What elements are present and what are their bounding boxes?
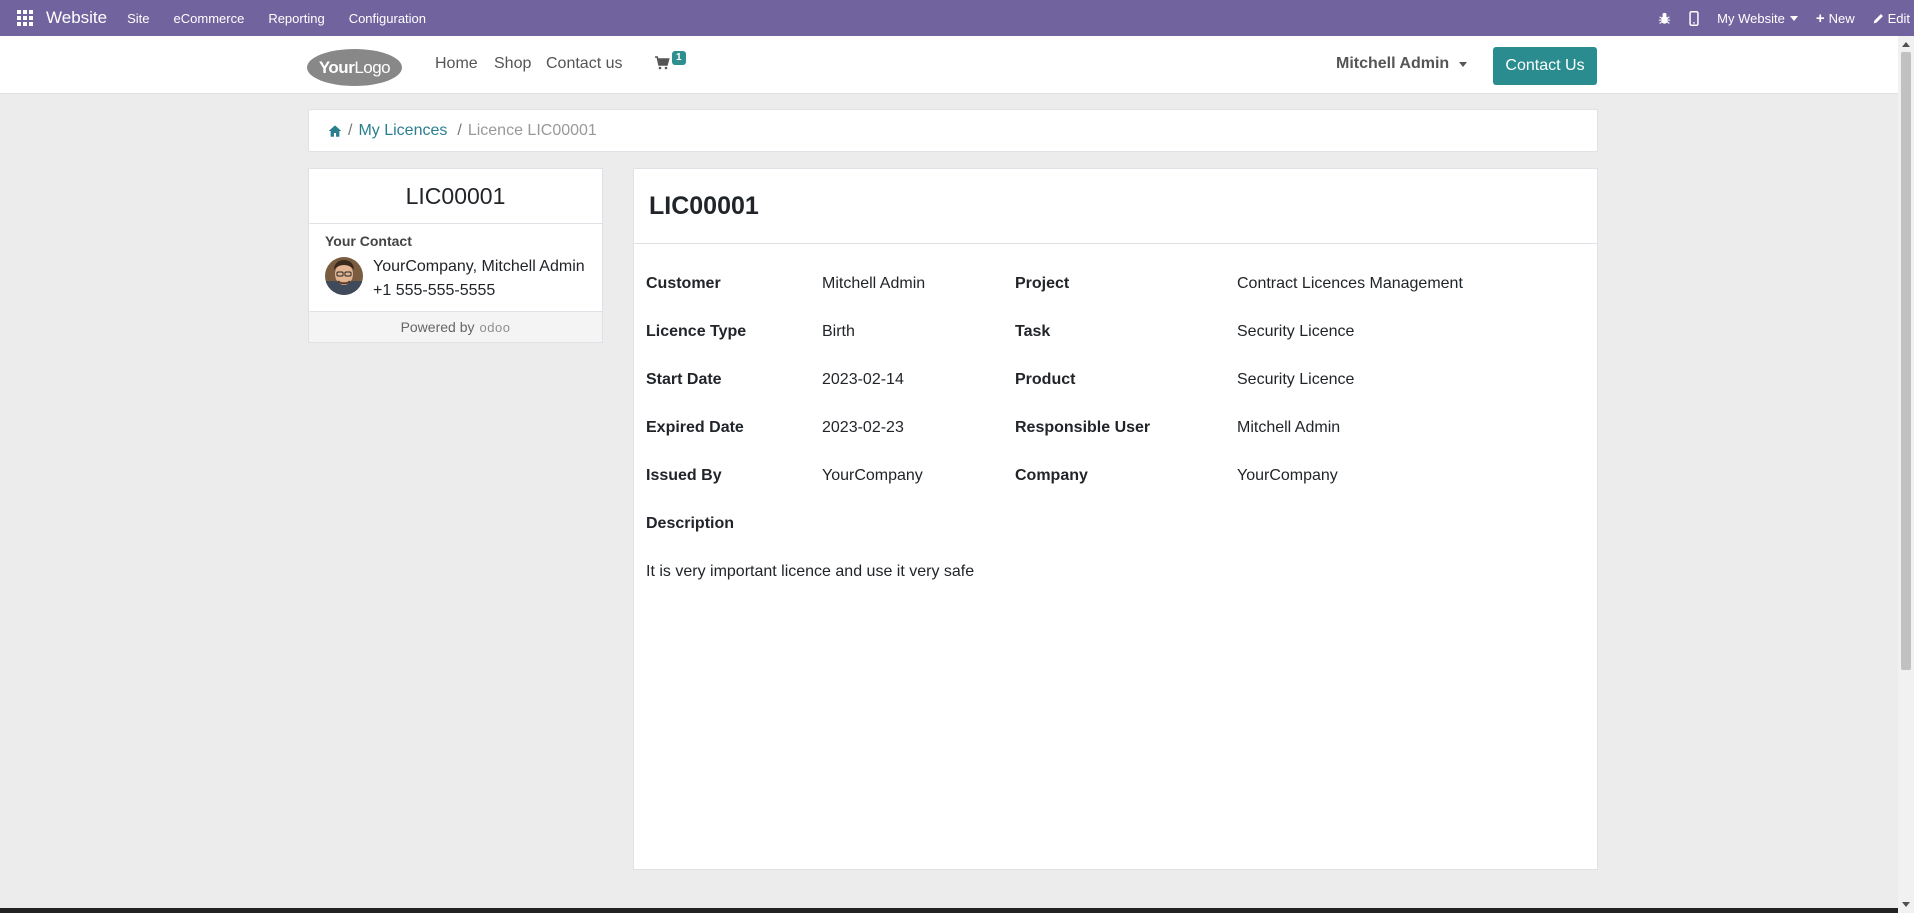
breadcrumb-my-licences[interactable]: My Licences [358, 122, 447, 140]
company-value: YourCompany [1237, 467, 1338, 484]
nav-shop[interactable]: Shop [494, 55, 531, 73]
scroll-down-icon[interactable] [1902, 902, 1910, 907]
responsible-user-value: Mitchell Admin [1237, 419, 1341, 436]
edit-button[interactable]: Edit [1873, 11, 1910, 26]
bottom-strip [0, 908, 1898, 913]
shopping-cart-icon [655, 56, 670, 70]
task-value: Security Licence [1237, 323, 1355, 340]
licence-summary-card: LIC00001 Your Contact YourCompany, Mitch… [308, 168, 603, 343]
site-logo[interactable]: Your Logo [307, 49, 402, 86]
logo-text-bold: Your [318, 57, 355, 77]
record-title: LIC00001 [634, 169, 1597, 244]
powered-by-footer: Powered by odoo [309, 311, 602, 342]
licence-type-value: Birth [822, 323, 855, 340]
expired-date-label: Expired Date [646, 419, 744, 436]
customer-value: Mitchell Admin [822, 275, 926, 292]
debug-bug-icon[interactable] [1658, 12, 1671, 25]
description-label: Description [646, 515, 735, 532]
apps-menu-icon[interactable] [14, 7, 36, 29]
issued-by-label: Issued By [646, 467, 722, 484]
licence-type-label: Licence Type [646, 323, 747, 340]
your-contact-label: Your Contact [325, 233, 412, 249]
company-label: Company [1015, 467, 1088, 484]
project-label: Project [1015, 275, 1070, 292]
start-date-label: Start Date [646, 371, 722, 388]
admin-menu-site[interactable]: Site [127, 11, 149, 26]
breadcrumb-separator: / [348, 121, 353, 139]
admin-navbar: Website Site eCommerce Reporting Configu… [0, 0, 1914, 36]
description-text: It is very important licence and use it … [646, 563, 975, 580]
chevron-down-icon [1789, 15, 1798, 21]
nav-home[interactable]: Home [435, 55, 478, 73]
powered-by-label: Powered by [400, 319, 475, 335]
breadcrumb: / My Licences / Licence LIC00001 [308, 109, 1598, 152]
website-switcher[interactable]: My Website [1717, 11, 1798, 26]
chevron-down-icon [1459, 61, 1468, 67]
plus-icon: + [1815, 9, 1825, 27]
new-content-button[interactable]: + New [1816, 10, 1855, 27]
contact-phone[interactable]: +1 555-555-5555 [373, 282, 495, 300]
breadcrumb-current: Licence LIC00001 [467, 121, 597, 139]
user-menu[interactable]: Mitchell Admin [1336, 55, 1468, 73]
product-value: Security Licence [1237, 371, 1355, 388]
new-content-label: New [1828, 10, 1855, 26]
summary-title: LIC00001 [309, 169, 602, 224]
admin-app-name[interactable]: Website [46, 8, 107, 28]
site-header: Your Logo Home Shop Contact us 1 Mitchell… [0, 36, 1898, 94]
nav-contact-us[interactable]: Contact us [546, 55, 622, 73]
page-scrollbar[interactable] [1898, 36, 1914, 913]
mobile-preview-icon[interactable] [1689, 10, 1699, 26]
admin-menu-reporting[interactable]: Reporting [268, 11, 324, 26]
scroll-up-icon[interactable] [1902, 42, 1910, 47]
admin-menu-ecommerce[interactable]: eCommerce [174, 11, 245, 26]
product-label: Product [1015, 371, 1076, 388]
odoo-logo[interactable]: odoo [480, 320, 511, 335]
contact-name: YourCompany, Mitchell Admin [373, 258, 585, 275]
edit-label: Edit [1887, 10, 1910, 26]
avatar [325, 257, 363, 295]
cart-count-badge: 1 [672, 51, 686, 65]
expired-date-value: 2023-02-23 [822, 419, 904, 436]
issued-by-value: YourCompany [822, 467, 923, 484]
logo-text-light: Logo [354, 57, 391, 77]
licence-detail-card: LIC00001 Customer Mitchell Admin Project… [633, 168, 1598, 870]
cart-button[interactable]: 1 [654, 50, 686, 76]
scrollbar-thumb[interactable] [1901, 52, 1911, 670]
user-name: Mitchell Admin [1336, 55, 1450, 72]
website-switcher-label: My Website [1717, 10, 1785, 26]
start-date-value: 2023-02-14 [822, 371, 904, 388]
project-value: Contract Licences Management [1237, 275, 1463, 292]
contact-us-button[interactable]: Contact Us [1493, 47, 1597, 85]
breadcrumb-separator: / [457, 121, 462, 139]
responsible-user-label: Responsible User [1015, 419, 1151, 436]
task-label: Task [1015, 323, 1051, 340]
admin-menu-configuration[interactable]: Configuration [349, 11, 426, 26]
home-icon[interactable] [328, 124, 342, 138]
pencil-icon [1873, 13, 1883, 23]
customer-label: Customer [646, 275, 721, 292]
